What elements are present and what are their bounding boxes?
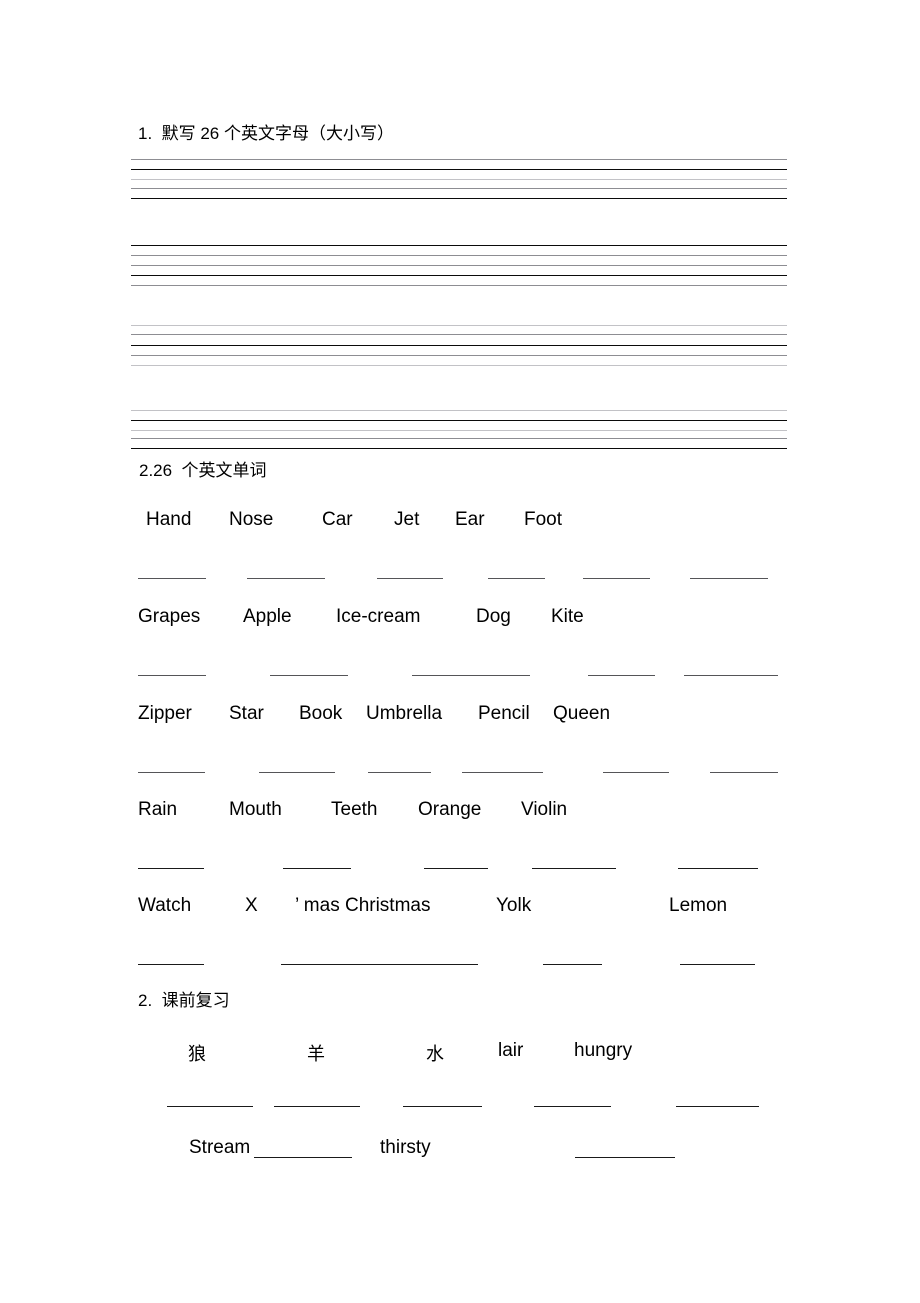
staff-line-dark [131, 245, 787, 246]
staff-line-gray [131, 159, 787, 160]
word-x: X [245, 895, 258, 916]
answer-blank[interactable] [690, 578, 768, 579]
word-ear: Ear [455, 509, 485, 530]
answer-blank[interactable] [270, 675, 348, 676]
staff-line-gray [131, 255, 787, 256]
answer-blank[interactable] [684, 675, 778, 676]
staff-line-dark [131, 275, 787, 276]
word-stream: Stream [189, 1137, 251, 1158]
answer-blank[interactable] [534, 1106, 611, 1107]
handwriting-staff-1 [131, 159, 787, 199]
answer-blank[interactable] [247, 578, 325, 579]
word-lemon: Lemon [669, 895, 728, 916]
answer-blank[interactable] [281, 964, 478, 965]
answer-blank[interactable] [283, 868, 351, 869]
handwriting-staff-3 [131, 325, 787, 366]
handwriting-staff-4 [131, 410, 787, 450]
word-jet: Jet [394, 509, 420, 530]
word-orange: Orange [418, 799, 482, 820]
word-zipper: Zipper [138, 703, 192, 724]
answer-blank[interactable] [543, 964, 602, 965]
staff-line-gray [131, 265, 787, 266]
answer-blank[interactable] [588, 675, 655, 676]
word-queen: Queen [553, 703, 611, 724]
word-kite: Kite [551, 606, 584, 627]
answer-blank[interactable] [424, 868, 488, 869]
staff-line-dark [131, 169, 787, 170]
word-nose: Nose [229, 509, 274, 530]
staff-line-faint [131, 410, 787, 411]
word-wolf-cn: 狼 [188, 1044, 206, 1065]
word-book: Book [299, 703, 343, 724]
answer-blank[interactable] [710, 772, 778, 773]
staff-line-dark [131, 448, 787, 449]
answer-blank-inline-stream[interactable] [254, 1157, 352, 1158]
answer-blank[interactable] [138, 868, 204, 869]
word-yolk: Yolk [496, 895, 532, 916]
answer-blank[interactable] [368, 772, 431, 773]
answer-blank[interactable] [377, 578, 443, 579]
section-2-heading: 2.26 个英文单词 [139, 461, 267, 480]
word-watch: Watch [138, 895, 192, 916]
word-thirsty: thirsty [380, 1137, 431, 1158]
answer-blank[interactable] [532, 868, 616, 869]
worksheet-page: 1. 默写 26 个英文字母（大小写） 2.26 个英文单词 Hand Nose… [0, 0, 920, 1303]
answer-blank[interactable] [167, 1106, 253, 1107]
answer-blank[interactable] [680, 964, 755, 965]
answer-blank[interactable] [138, 578, 206, 579]
word-sheep-cn: 羊 [307, 1044, 325, 1065]
answer-blank[interactable] [462, 772, 543, 773]
staff-line-dark [131, 345, 787, 346]
answer-blank[interactable] [676, 1106, 759, 1107]
answer-blank[interactable] [583, 578, 650, 579]
section-1-heading: 1. 默写 26 个英文字母（大小写） [138, 124, 394, 143]
answer-blank[interactable] [575, 1157, 675, 1158]
word-lair: lair [498, 1040, 524, 1061]
staff-line-faint [131, 365, 787, 366]
staff-line-dark [131, 420, 787, 421]
answer-blank[interactable] [412, 675, 530, 676]
word-star: Star [229, 703, 264, 724]
staff-line-gray [131, 334, 787, 335]
section-3-heading: 2. 课前复习 [138, 991, 230, 1010]
staff-line-gray [131, 285, 787, 286]
answer-blank[interactable] [274, 1106, 360, 1107]
word-ice-cream: Ice-cream [336, 606, 421, 627]
answer-blank[interactable] [488, 578, 545, 579]
answer-blank[interactable] [138, 964, 204, 965]
word-teeth: Teeth [331, 799, 378, 820]
word-car: Car [322, 509, 353, 530]
answer-blank[interactable] [138, 675, 206, 676]
staff-line-gray [131, 355, 787, 356]
staff-line-faint [131, 325, 787, 326]
word-water-cn: 水 [426, 1044, 444, 1065]
answer-blank[interactable] [138, 772, 205, 773]
word-mouth: Mouth [229, 799, 282, 820]
staff-line-dark [131, 198, 787, 199]
word-foot: Foot [524, 509, 563, 530]
word-grapes: Grapes [138, 606, 201, 627]
word-dog: Dog [476, 606, 511, 627]
staff-line-faint [131, 430, 787, 431]
word-xmas-christmas: ’ mas Christmas [295, 895, 431, 916]
answer-blank[interactable] [603, 772, 669, 773]
word-hungry: hungry [574, 1040, 633, 1061]
staff-line-gray [131, 188, 787, 189]
word-rain: Rain [138, 799, 178, 820]
answer-blank[interactable] [403, 1106, 482, 1107]
word-pencil: Pencil [478, 703, 530, 724]
staff-line-gray [131, 438, 787, 439]
staff-line-faint [131, 179, 787, 180]
answer-blank[interactable] [678, 868, 758, 869]
word-apple: Apple [243, 606, 292, 627]
word-violin: Violin [521, 799, 568, 820]
word-umbrella: Umbrella [366, 703, 443, 724]
handwriting-staff-2 [131, 245, 787, 286]
word-hand: Hand [146, 509, 192, 530]
answer-blank[interactable] [259, 772, 335, 773]
